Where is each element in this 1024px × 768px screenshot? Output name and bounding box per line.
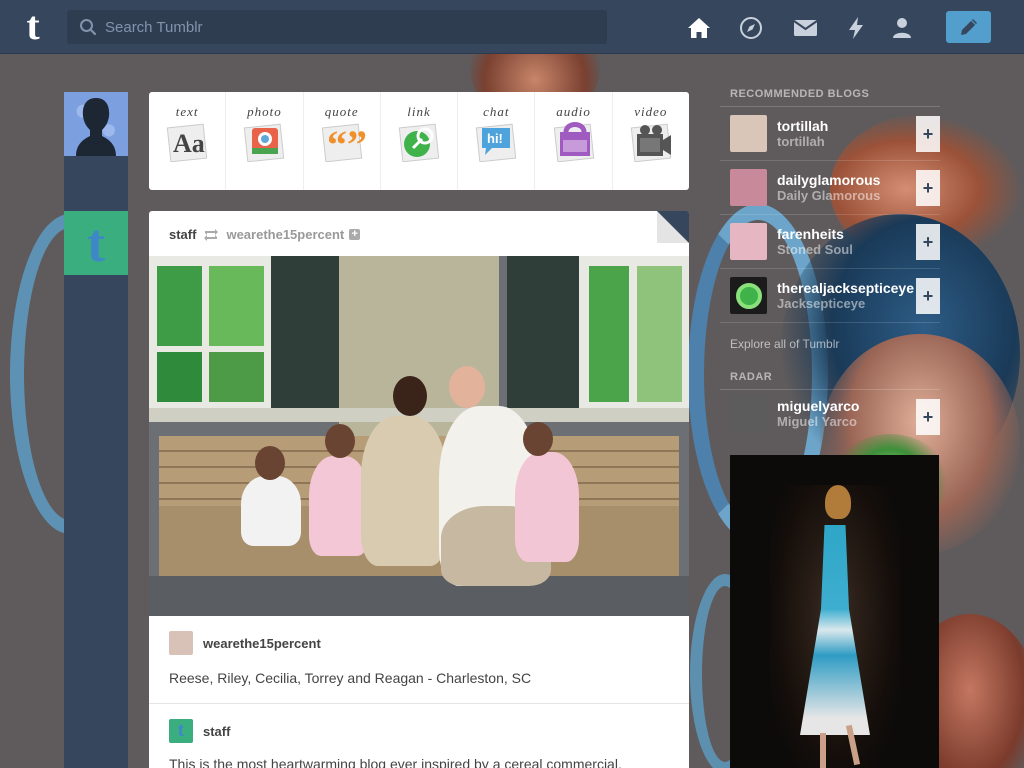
svg-text:hi!: hi! <box>487 131 503 146</box>
lightning-icon[interactable] <box>843 15 869 41</box>
blog-name[interactable]: dailyglamorous <box>777 172 880 188</box>
my-avatar[interactable] <box>64 92 128 156</box>
blog-title: Stoned Soul <box>777 242 853 257</box>
post-header: staff wearethe15percent + <box>169 227 361 242</box>
compass-icon[interactable] <box>738 15 764 41</box>
blog-name[interactable]: miguelyarco <box>777 398 859 414</box>
post-type-video[interactable]: video <box>613 92 689 190</box>
follow-button[interactable]: + <box>916 224 940 260</box>
follow-button[interactable]: + <box>916 116 940 152</box>
blog-avatar[interactable] <box>730 394 767 432</box>
post-photo[interactable] <box>149 256 689 616</box>
blog-name[interactable]: farenheits <box>777 226 853 242</box>
follow-button[interactable]: + <box>916 278 940 314</box>
dashboard-post: staff wearethe15percent + wearethe15perc… <box>149 211 689 768</box>
reblog-icon <box>204 228 219 241</box>
post-type-link[interactable]: link <box>381 92 459 190</box>
follow-button[interactable]: + <box>916 399 940 435</box>
search-input[interactable] <box>105 18 585 36</box>
top-header: t <box>0 0 1024 54</box>
pencil-icon <box>960 19 977 35</box>
post-type-chat[interactable]: chat hi! <box>458 92 536 190</box>
staff-blog-name[interactable]: staff <box>203 724 230 739</box>
blog-avatar[interactable] <box>730 277 767 314</box>
search-icon <box>80 19 97 36</box>
staff-mini-avatar[interactable]: t <box>169 719 193 743</box>
post-body-text: This is the most heartwarming blog ever … <box>169 756 622 768</box>
compose-button[interactable] <box>946 11 991 43</box>
post-divider <box>149 703 689 704</box>
post-author-link[interactable]: staff <box>169 227 196 242</box>
staff-avatar[interactable]: t <box>64 211 128 275</box>
recommended-blog[interactable]: tortillah tortillah + <box>720 107 940 161</box>
reblogged-from-link[interactable]: wearethe15percent <box>226 227 344 242</box>
blog-title: tortillah <box>777 134 825 149</box>
source-avatar[interactable] <box>169 631 193 655</box>
follow-plus-icon[interactable]: + <box>349 229 361 240</box>
right-sidebar: RECOMMENDED BLOGS tortillah tortillah + … <box>720 82 940 768</box>
post-type-text[interactable]: text Aa <box>149 92 227 190</box>
svg-text:“”: “” <box>327 122 366 162</box>
post-corner-fold <box>657 211 689 243</box>
silhouette-icon <box>76 98 116 156</box>
mail-icon[interactable] <box>792 15 818 41</box>
blog-title: Jacksepticeye <box>777 296 866 311</box>
svg-text:Aa: Aa <box>173 129 205 158</box>
blog-name[interactable]: therealjacksepticeye <box>777 280 914 296</box>
search-bar[interactable] <box>67 10 607 44</box>
quote-icon: “” <box>317 114 367 166</box>
blog-name[interactable]: tortillah <box>777 118 828 134</box>
link-icon <box>394 114 444 166</box>
blog-title: Miguel Yarco <box>777 413 857 429</box>
tumblr-logo[interactable]: t <box>14 6 52 46</box>
follow-button[interactable]: + <box>916 170 940 206</box>
recommended-blog[interactable]: farenheits Stoned Soul + <box>720 215 940 269</box>
text-icon: Aa <box>162 114 212 166</box>
radar-heading: RADAR <box>720 365 940 390</box>
recommended-blog[interactable]: therealjacksepticeye Jacksepticeye + <box>720 269 940 323</box>
recommended-blog[interactable]: dailyglamorous Daily Glamorous + <box>720 161 940 215</box>
video-icon <box>626 114 676 166</box>
post-type-bar: text Aa photo quote “” link chat hi! aud… <box>149 92 689 190</box>
account-icon[interactable] <box>889 15 915 41</box>
post-type-quote[interactable]: quote “” <box>304 92 381 190</box>
home-icon[interactable] <box>686 15 712 41</box>
blog-avatar[interactable] <box>730 223 767 260</box>
radar-photo[interactable] <box>730 455 939 768</box>
chat-icon: hi! <box>471 114 521 166</box>
blog-title: Daily Glamorous <box>777 188 881 203</box>
post-type-photo[interactable]: photo <box>226 92 304 190</box>
radar-blog[interactable]: miguelyarco Miguel Yarco + <box>720 390 940 436</box>
blog-avatar[interactable] <box>730 169 767 206</box>
recommended-heading: RECOMMENDED BLOGS <box>720 82 940 107</box>
post-type-audio[interactable]: audio <box>535 92 613 190</box>
post-caption: Reese, Riley, Cecilia, Torrey and Reagan… <box>169 670 532 686</box>
blog-avatar[interactable] <box>730 115 767 152</box>
photo-icon <box>239 114 289 166</box>
reblog-source: wearethe15percent <box>169 631 321 655</box>
source-blog-name[interactable]: wearethe15percent <box>203 636 321 651</box>
reblog-comment-header: t staff <box>169 719 230 743</box>
explore-link[interactable]: Explore all of Tumblr <box>720 323 940 365</box>
dashboard-rail <box>64 92 128 768</box>
audio-icon <box>549 114 599 166</box>
